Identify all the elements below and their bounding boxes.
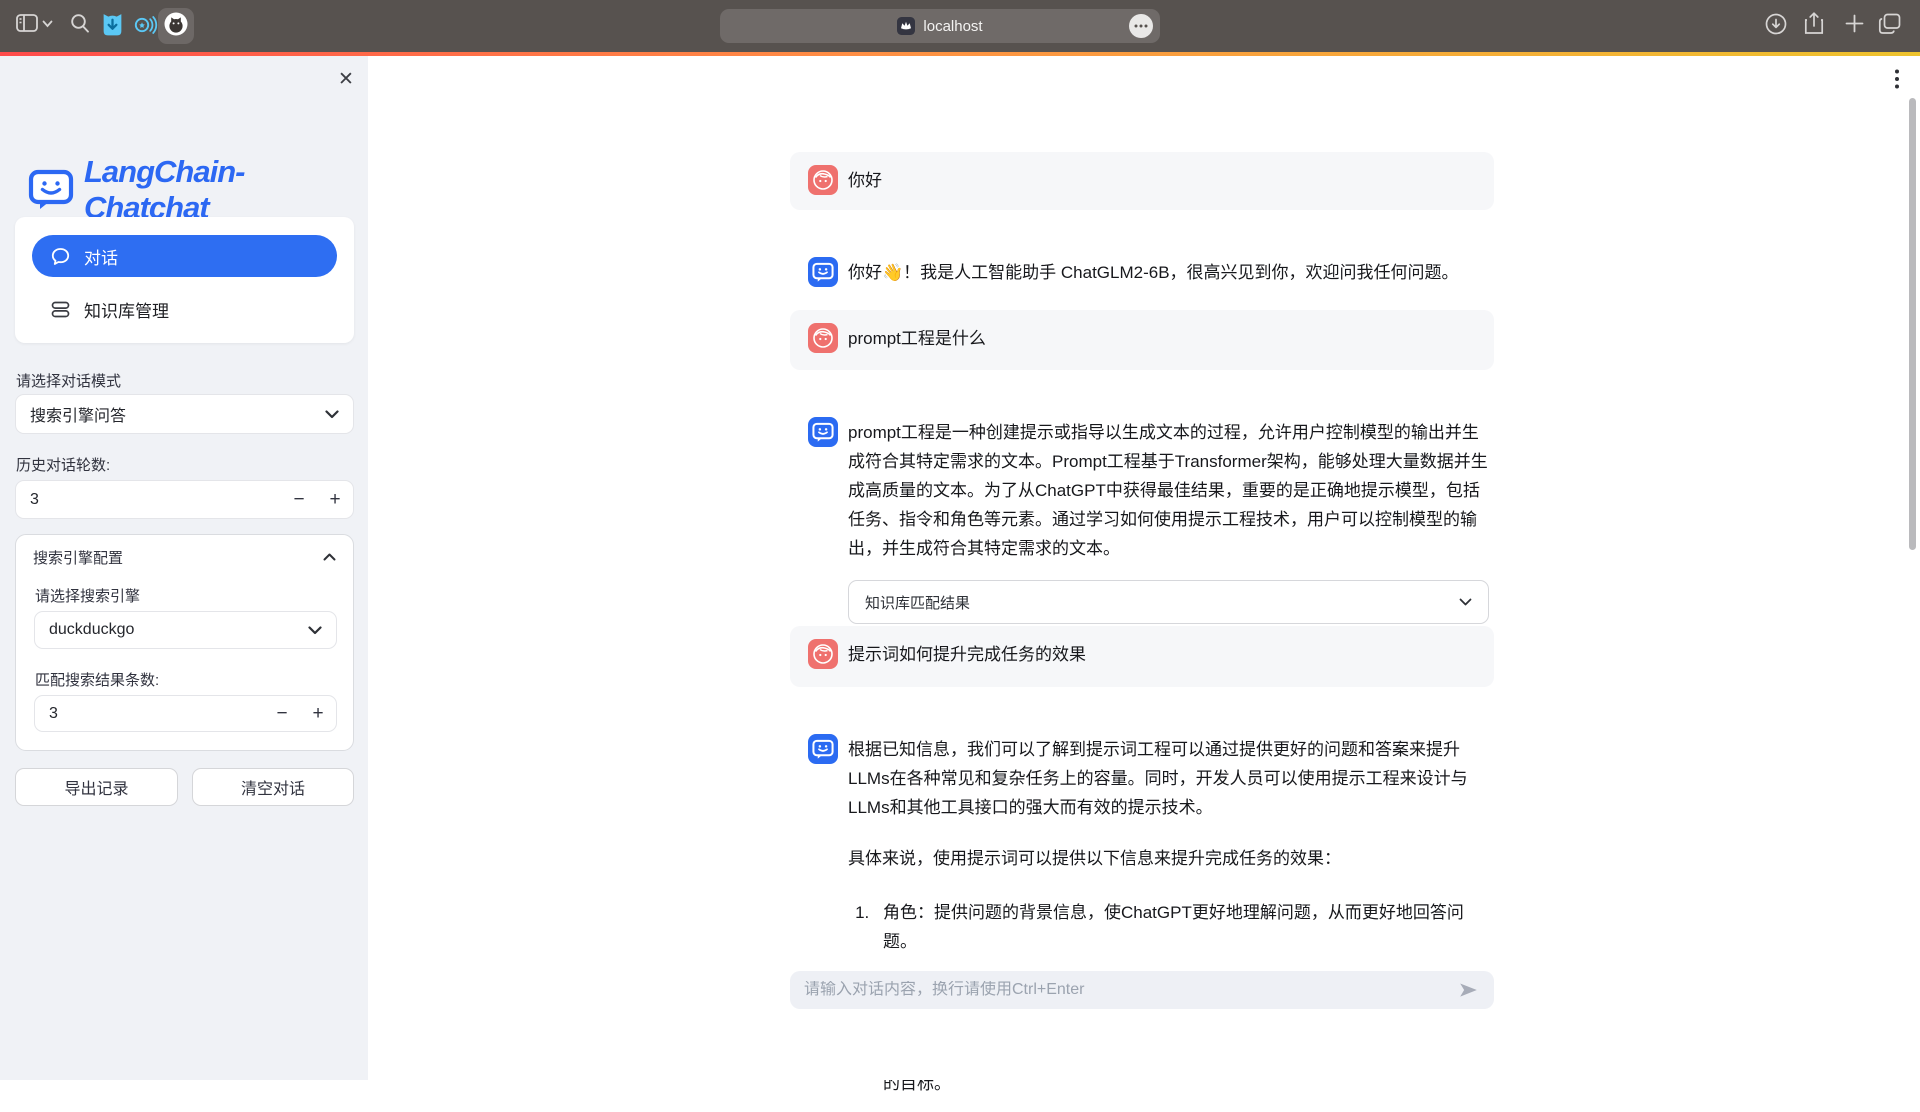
browser-toolbar: localhost (0, 0, 1920, 52)
address-bar[interactable]: localhost (720, 9, 1160, 43)
history-rounds-value: 3 (16, 491, 281, 509)
close-icon: ✕ (338, 68, 354, 91)
chevron-up-icon (323, 553, 336, 561)
chat-message-user: prompt工程是什么 (790, 310, 1494, 370)
assistant-avatar (808, 734, 838, 764)
database-icon (51, 300, 70, 319)
result-count-input[interactable]: 3 − + (34, 695, 337, 732)
dialog-mode-label: 请选择对话模式 (16, 370, 121, 391)
search-engine-select[interactable]: duckduckgo (34, 611, 337, 649)
chat-input-field[interactable] (804, 981, 1446, 999)
dialog-mode-select[interactable]: 搜索引擎问答 (15, 394, 354, 434)
new-tab-icon[interactable] (1845, 14, 1864, 33)
assistant-avatar (808, 257, 838, 287)
message-text: 你好👋！我是人工智能助手 ChatGLM2-6B，很高兴见到你，欢迎问我任何问题… (848, 257, 1459, 287)
chevron-down-icon (325, 410, 339, 419)
user-avatar (808, 165, 838, 195)
logo-chat-bubble-icon (28, 169, 74, 211)
history-rounds-decrement-button[interactable]: − (281, 481, 317, 518)
kb-match-results-expander[interactable]: 知识库匹配结果 (848, 580, 1489, 624)
chat-main-area: 你好 你好👋！我是人工智能助手 ChatGLM2-6B，很高兴见到你，欢迎问我任… (368, 56, 1920, 1080)
rings-extension-icon[interactable] (132, 12, 158, 38)
nav-item-label: 知识库管理 (84, 297, 169, 322)
github-extension-button[interactable] (158, 8, 194, 44)
chat-bubble-icon (51, 247, 70, 266)
site-favicon (897, 17, 915, 35)
sidebar-toggle-icon[interactable] (16, 14, 38, 32)
chat-input-box[interactable] (790, 971, 1494, 1009)
chat-message-user: 你好 (790, 152, 1494, 210)
list-item: 角色：提供问题的背景信息，使ChatGPT更好地理解问题，从而更好地回答问题。 (874, 899, 1476, 956)
export-records-button[interactable]: 导出记录 (15, 768, 178, 806)
search-engine-config-header[interactable]: 搜索引擎配置 (16, 535, 353, 579)
search-engine-value: duckduckgo (49, 621, 134, 639)
message-text: prompt工程是一种创建提示或指导以生成文本的过程，允许用户控制模型的输出并生… (848, 417, 1489, 563)
scrollbar-thumb[interactable] (1909, 98, 1916, 550)
sidebar-chevron-icon[interactable] (42, 20, 53, 28)
kb-match-results-label: 知识库匹配结果 (865, 592, 970, 613)
chevron-down-icon (1459, 598, 1472, 606)
logo-text: LangChain-Chatchat (84, 154, 368, 226)
result-count-label: 匹配搜索结果条数: (35, 669, 159, 690)
chat-message-user: 提示词如何提升完成任务的效果 (790, 626, 1494, 687)
result-count-decrement-button[interactable]: − (264, 696, 300, 731)
clear-dialogue-label: 清空对话 (241, 775, 305, 799)
sidebar: ✕ LangChain-Chatchat 对话 知识库管理 请选择对话模式 搜索… (0, 56, 368, 1080)
history-rounds-input[interactable]: 3 − + (15, 480, 354, 519)
downloads-extension-icon[interactable] (100, 11, 125, 39)
user-avatar (808, 323, 838, 353)
nav-item-dialogue[interactable]: 对话 (32, 235, 337, 277)
sidebar-close-button[interactable]: ✕ (333, 66, 359, 92)
nav-item-label: 对话 (84, 244, 118, 269)
search-engine-config-title: 搜索引擎配置 (33, 547, 123, 568)
app-logo: LangChain-Chatchat (28, 154, 368, 226)
message-text: 提示词如何提升完成任务的效果 (848, 639, 1086, 669)
result-count-value: 3 (35, 705, 264, 723)
github-icon (163, 11, 189, 42)
share-icon[interactable] (1803, 11, 1825, 37)
message-list-intro: 具体来说，使用提示词可以提供以下信息来提升完成任务的效果： (848, 843, 1476, 873)
message-text: 你好 (848, 165, 882, 195)
address-url: localhost (923, 18, 982, 35)
chat-message-assistant: prompt工程是一种创建提示或指导以生成文本的过程，允许用户控制模型的输出并生… (790, 404, 1494, 637)
chevron-down-icon (308, 626, 322, 635)
chat-message-assistant: 你好👋！我是人工智能助手 ChatGLM2-6B，很高兴见到你，欢迎问我任何问题… (790, 244, 1494, 300)
nav-menu-card: 对话 知识库管理 (15, 217, 354, 343)
streamlit-menu-button[interactable] (1884, 64, 1910, 94)
message-text: 根据已知信息，我们可以了解到提示词工程可以通过提供更好的问题和答案来提升LLMs… (848, 734, 1476, 822)
search-engine-config-expander: 搜索引擎配置 请选择搜索引擎 duckduckgo 匹配搜索结果条数: 3 − … (15, 534, 354, 751)
search-icon[interactable] (70, 13, 90, 34)
result-count-increment-button[interactable]: + (300, 696, 336, 731)
assistant-avatar (808, 417, 838, 447)
page-options-button[interactable] (1129, 14, 1153, 38)
history-rounds-label: 历史对话轮数: (16, 454, 110, 475)
clear-dialogue-button[interactable]: 清空对话 (192, 768, 354, 806)
message-text: prompt工程是什么 (848, 323, 986, 353)
downloads-icon[interactable] (1765, 13, 1787, 35)
dialog-mode-value: 搜索引擎问答 (30, 402, 126, 426)
user-avatar (808, 639, 838, 669)
nav-item-knowledge-base[interactable]: 知识库管理 (32, 289, 337, 329)
tab-overview-icon[interactable] (1878, 13, 1902, 35)
chat-input-strip (368, 952, 1920, 1080)
search-engine-label: 请选择搜索引擎 (35, 585, 140, 606)
send-button[interactable] (1456, 979, 1480, 1001)
export-records-label: 导出记录 (64, 775, 128, 799)
history-rounds-increment-button[interactable]: + (317, 481, 353, 518)
